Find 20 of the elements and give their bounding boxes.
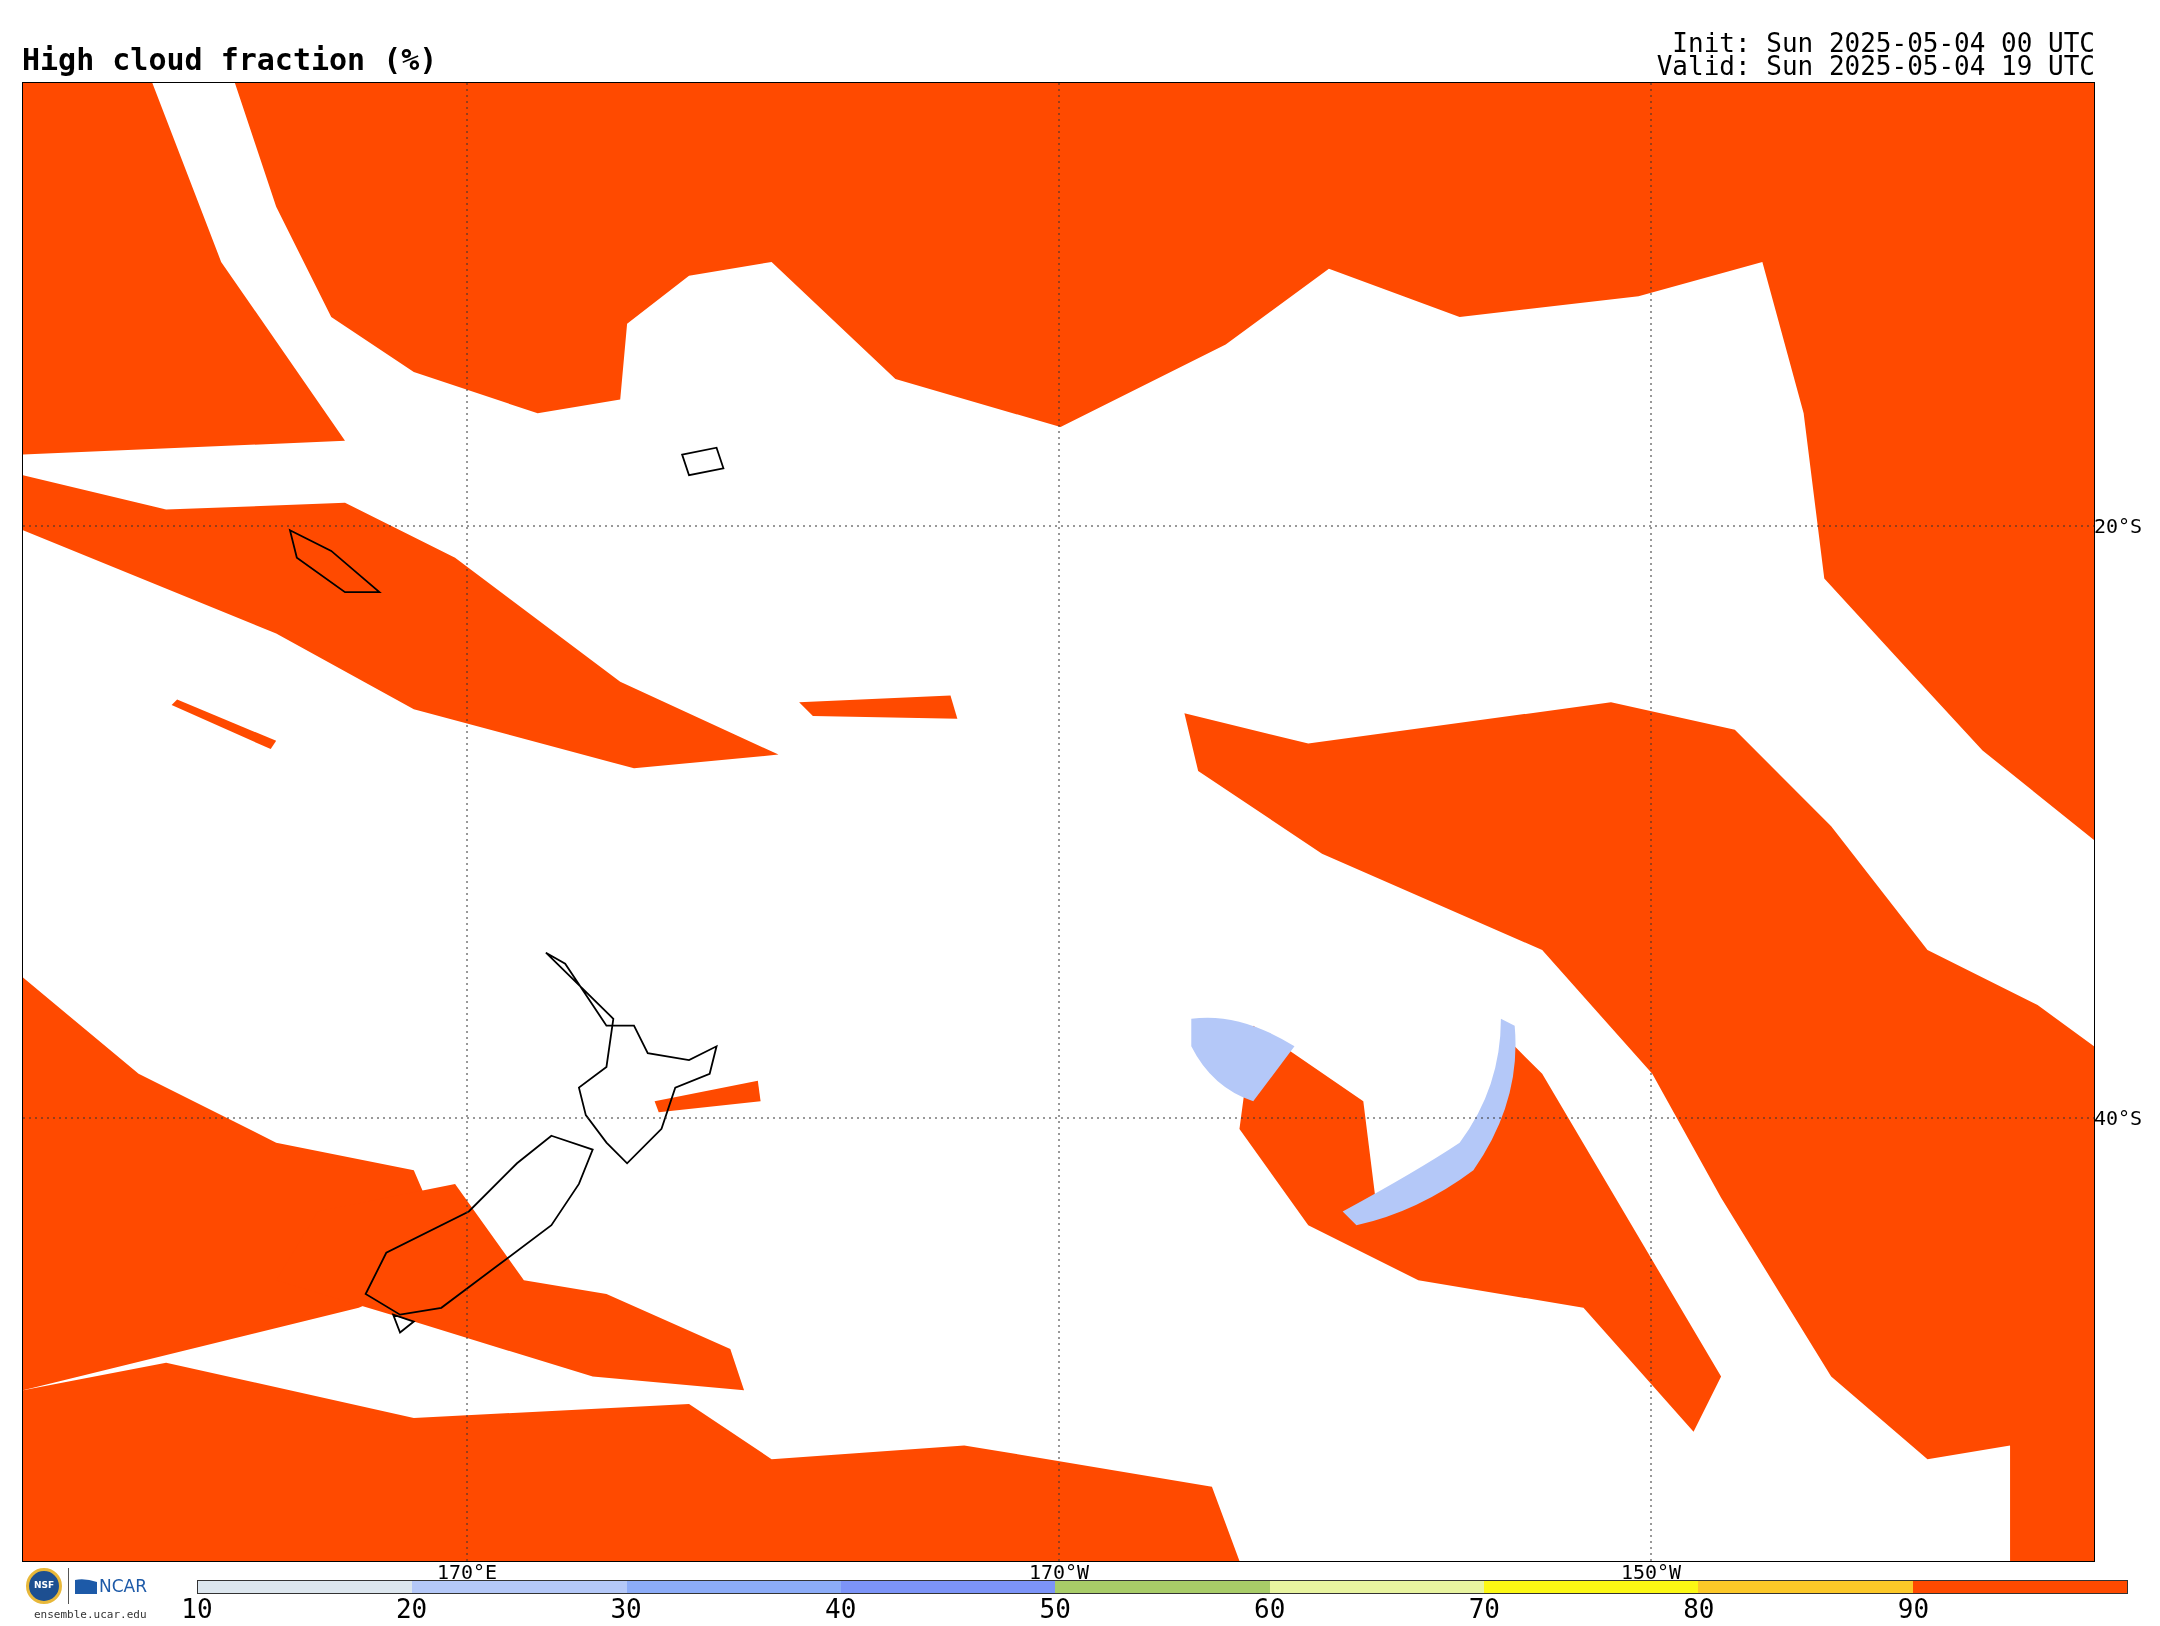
longitude-label: 170°E (436, 1562, 498, 1582)
colorbar-tick-label: 50 (1039, 1596, 1071, 1622)
colorbar-tick-label: 30 (610, 1596, 642, 1622)
run-time-text: Valid: Sun 2025-05-04 19 UTC (1656, 55, 2095, 78)
colorbar-tick-label: 40 (825, 1596, 857, 1622)
colorbar-tick-label: 60 (1254, 1596, 1286, 1622)
run-time-text: Init: Sun 2025-05-04 00 UTC (1672, 32, 2095, 55)
plot-title: High cloud fraction (%) (22, 45, 438, 75)
longitude-label: 150°W (1620, 1562, 1682, 1582)
sail-icon (75, 1578, 97, 1594)
logo-icon: NSF (26, 1568, 62, 1604)
latitude-label: 20°S (2094, 516, 2143, 536)
colorbar-tick-label: 90 (1897, 1596, 1930, 1622)
colorbar-tick-label: 70 (1468, 1596, 1500, 1622)
colorbar-tick-label: 80 (1683, 1596, 1715, 1622)
latitude-label: 40°S (2094, 1108, 2143, 1128)
colorbar-tick-label: 20 (395, 1596, 428, 1622)
logo-text: NCAR (99, 1577, 148, 1595)
longitude-label: 170°W (1028, 1562, 1090, 1582)
colorbar-tick-label: 10 (181, 1596, 213, 1622)
